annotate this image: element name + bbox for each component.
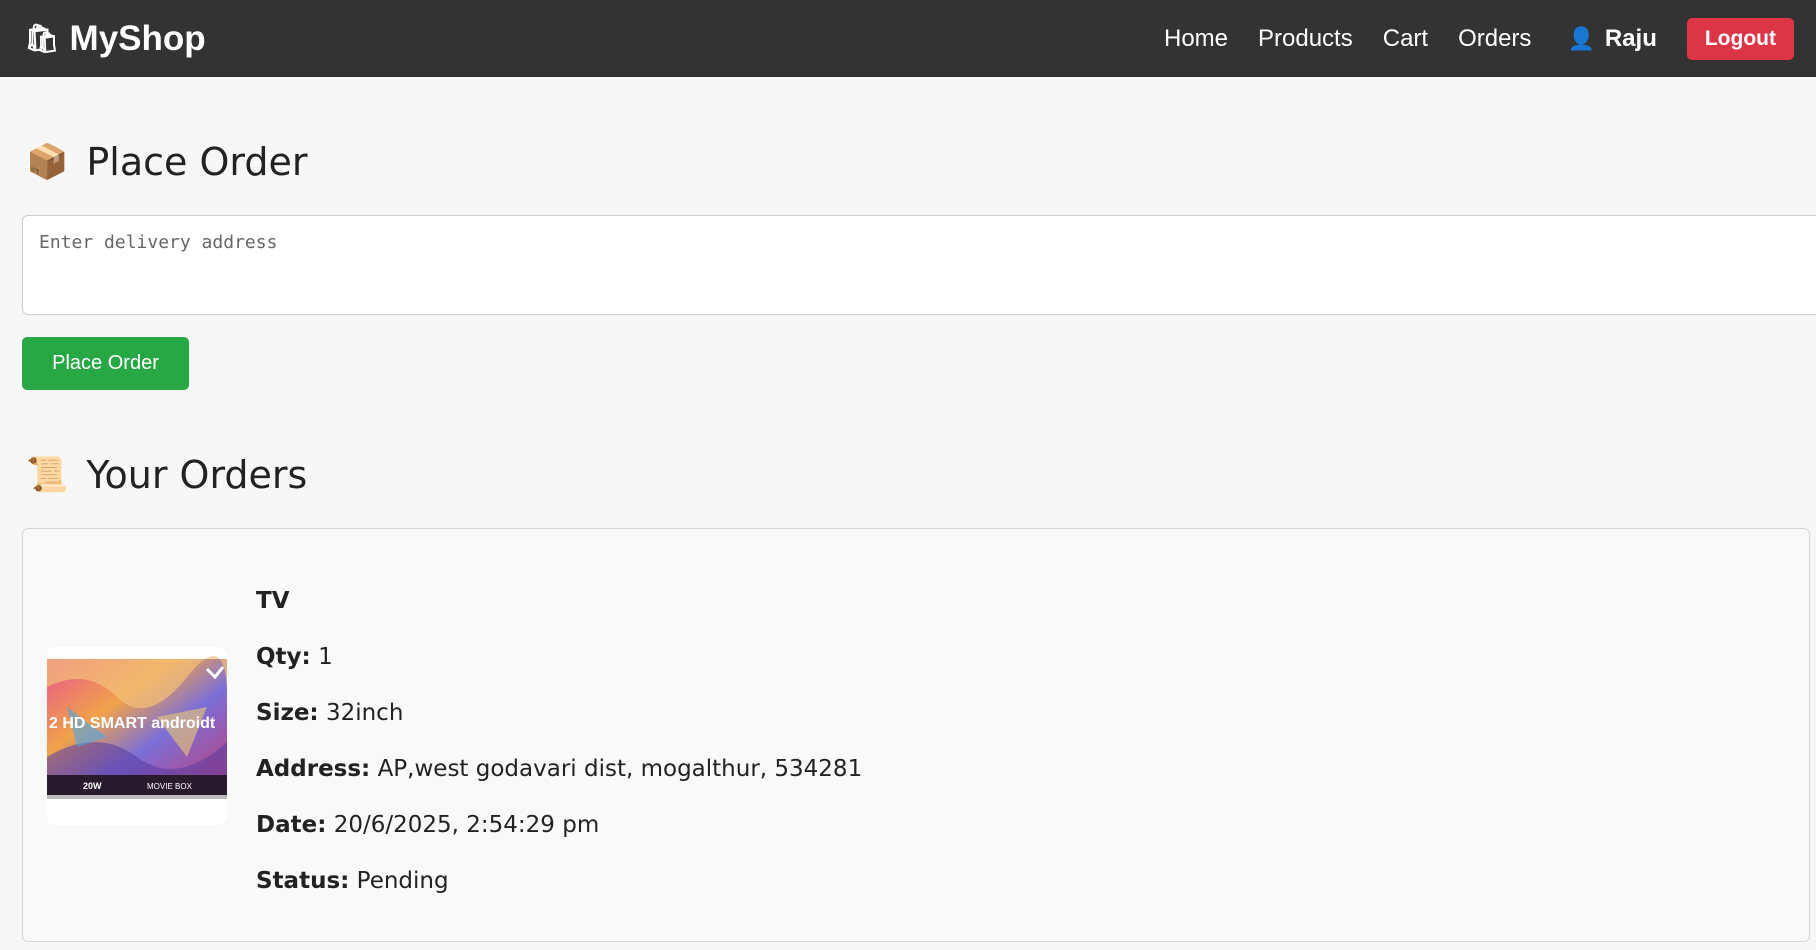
order-details: TV Qty: 1 Size: 32inch Address: AP,west … [256,585,862,921]
order-qty-label: Qty: [256,644,311,670]
order-date-value: 20/6/2025, 2:54:29 pm [333,812,600,838]
navbar: 🛍 MyShop Home Products Cart Orders 👤 Raj… [0,0,1816,77]
order-card: 2 HD SMART androidt 20W MOVIE BOX TV Qty… [22,528,1810,942]
order-product-name: TV [256,588,290,614]
order-status-label: Status: [256,868,350,894]
place-order-button[interactable]: Place Order [22,337,189,390]
place-order-title: Place Order [86,140,308,184]
order-size: Size: 32inch [256,697,862,753]
shop-bag-icon: 🛍 [24,22,60,54]
nav-link-cart[interactable]: Cart [1383,25,1428,53]
your-orders-title: Your Orders [86,453,308,497]
delivery-address-input[interactable] [22,215,1816,315]
order-status: Status: Pending [256,865,862,921]
order-date: Date: 20/6/2025, 2:54:29 pm [256,809,862,865]
product-image-badge-moviebox: MOVIE BOX [147,782,193,791]
brand[interactable]: 🛍 MyShop [24,19,206,59]
order-qty: Qty: 1 [256,641,862,697]
username: Raju [1604,24,1657,52]
scroll-icon: 📜 [26,455,69,495]
order-address: Address: AP,west godavari dist, mogalthu… [256,753,862,809]
order-address-value: AP,west godavari dist, mogalthur, 534281 [377,756,863,782]
order-status-value: Pending [356,868,449,894]
order-qty-value: 1 [318,644,333,670]
user-info: 👤 Raju [1567,25,1656,53]
order-size-value: 32inch [325,700,404,726]
order-address-label: Address: [256,756,371,782]
nav-links: Home Products Cart Orders 👤 Raju Logout [1134,17,1794,60]
your-orders-heading: 📜 Your Orders [26,453,307,497]
product-image-badge-audio: 20W [83,781,102,791]
nav-link-orders[interactable]: Orders [1458,25,1531,53]
package-icon: 📦 [26,142,69,182]
product-image: 2 HD SMART androidt 20W MOVIE BOX [47,647,227,825]
place-order-heading: 📦 Place Order [26,140,307,184]
user-silhouette-icon: 👤 [1567,25,1595,51]
order-size-label: Size: [256,700,319,726]
product-image-caption: 2 HD SMART androidt [49,715,216,732]
nav-link-home[interactable]: Home [1164,25,1228,53]
brand-name: MyShop [69,18,206,58]
order-date-label: Date: [256,812,327,838]
logout-button[interactable]: Logout [1686,17,1794,60]
nav-link-products[interactable]: Products [1258,25,1353,53]
